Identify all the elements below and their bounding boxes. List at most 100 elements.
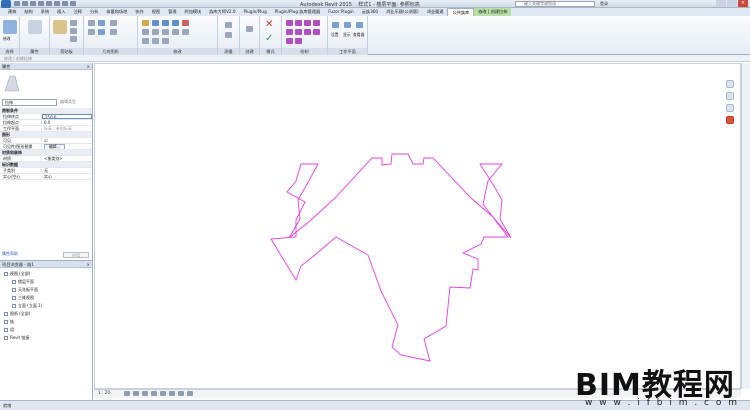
- copy-icon[interactable]: [70, 28, 77, 34]
- dimension-icon[interactable]: [225, 32, 232, 38]
- print-icon[interactable]: [46, 1, 52, 6]
- property-value[interactable]: 0.0: [42, 120, 92, 125]
- ribbon-tab[interactable]: Plugin/Plug: [240, 8, 271, 16]
- property-value[interactable]: 无: [42, 168, 92, 173]
- apply-button[interactable]: 应用: [63, 252, 89, 258]
- wall-join-icon[interactable]: [110, 29, 117, 35]
- mirror-draw-icon[interactable]: [172, 20, 179, 26]
- set-workplane-icon[interactable]: [332, 22, 339, 28]
- open-icon[interactable]: [14, 1, 20, 6]
- text-icon[interactable]: [62, 1, 68, 6]
- offset-icon[interactable]: [152, 20, 159, 26]
- show-workplane-icon[interactable]: [344, 22, 351, 28]
- scale-icon[interactable]: [152, 38, 159, 44]
- ribbon-tab[interactable]: 注释: [70, 8, 86, 16]
- tree-item[interactable]: 立面 (立面 1): [12, 303, 42, 309]
- create-icon[interactable]: [246, 26, 253, 32]
- project-browser-close-icon[interactable]: ×: [86, 261, 92, 268]
- save-icon[interactable]: [22, 1, 28, 6]
- ribbon-tab[interactable]: 族库大师V2.0: [205, 8, 239, 16]
- tree-item[interactable]: 组: [4, 327, 14, 333]
- viewer-icon[interactable]: [356, 22, 363, 28]
- ribbon-tab[interactable]: 建筑: [4, 8, 20, 16]
- sketch-outline[interactable]: [270, 153, 512, 362]
- tangent-arc-icon[interactable]: [295, 29, 302, 35]
- pick-lines-icon[interactable]: [295, 38, 302, 44]
- ribbon-tab[interactable]: 分析: [86, 8, 102, 16]
- cancel-x-icon[interactable]: ✕: [265, 19, 273, 30]
- ribbon-tab[interactable]: 云族360: [358, 8, 382, 16]
- ribbon-tab[interactable]: 公共族库: [447, 8, 475, 16]
- ribbon-tab[interactable]: 结构: [20, 8, 36, 16]
- trim-icon[interactable]: [172, 29, 179, 35]
- minimize-button[interactable]: [716, 0, 726, 7]
- tree-item[interactable]: 三维视图: [12, 295, 34, 301]
- tree-item[interactable]: 族: [4, 319, 14, 325]
- rectangle-icon[interactable]: [295, 20, 302, 26]
- paste-icon[interactable]: [53, 20, 67, 34]
- mirror-axis-icon[interactable]: [162, 20, 169, 26]
- properties-help-link[interactable]: 属性帮助: [2, 251, 18, 257]
- split-icon[interactable]: [182, 29, 189, 35]
- fillet-arc-icon[interactable]: [304, 29, 311, 35]
- reveal-hidden-icon[interactable]: [187, 391, 193, 396]
- circle-icon[interactable]: [313, 20, 320, 26]
- view-scale[interactable]: 1 : 20: [98, 390, 110, 395]
- undo-icon[interactable]: [30, 1, 36, 6]
- tree-item[interactable]: Revit 链接: [4, 335, 29, 341]
- properties-close-icon[interactable]: ×: [86, 63, 92, 70]
- property-value[interactable]: 实心: [42, 174, 92, 179]
- ribbon-tab[interactable]: 协作: [131, 8, 147, 16]
- line-icon[interactable]: [286, 20, 293, 26]
- tree-item[interactable]: 图纸 (全部): [4, 311, 30, 317]
- search-input[interactable]: 键入关键字或短语: [515, 1, 595, 7]
- temporary-hide-icon[interactable]: [178, 391, 184, 396]
- finish-check-icon[interactable]: ✓: [265, 33, 273, 44]
- measure-icon[interactable]: [225, 22, 232, 28]
- sogou-icon[interactable]: [726, 116, 734, 124]
- vertical-scrollbar[interactable]: [741, 63, 750, 389]
- property-value[interactable]: ☑: [42, 138, 92, 143]
- property-value[interactable]: 250.0: [42, 114, 92, 119]
- visual-style-icon[interactable]: [133, 391, 139, 396]
- measure-qat-icon[interactable]: [54, 1, 60, 6]
- ribbon-tab[interactable]: 体量和场地: [102, 8, 131, 16]
- ribbon-tab[interactable]: Fuzor Plugin: [324, 8, 357, 16]
- spline-icon[interactable]: [313, 29, 320, 35]
- detail-level-icon[interactable]: [124, 391, 130, 396]
- steering-wheel-icon[interactable]: [726, 80, 734, 88]
- ribbon-tab[interactable]: 鸿业乐建(公测版): [382, 8, 423, 16]
- join-icon[interactable]: [110, 20, 117, 26]
- property-value[interactable]: 编辑...: [42, 144, 92, 149]
- ribbon-tab[interactable]: 鸿业暖通: [423, 8, 448, 16]
- align-icon[interactable]: [142, 20, 149, 26]
- cope-icon[interactable]: [88, 20, 95, 26]
- copy-element-icon[interactable]: [152, 29, 159, 35]
- polygon-icon[interactable]: [304, 20, 311, 26]
- sign-in-link[interactable]: 登录: [600, 1, 608, 7]
- arc-icon[interactable]: [286, 29, 293, 35]
- match-icon[interactable]: [70, 36, 77, 42]
- move-icon[interactable]: [142, 29, 149, 35]
- shadows-icon[interactable]: [151, 391, 157, 396]
- split-face-icon[interactable]: [88, 29, 95, 35]
- maximize-button[interactable]: [727, 0, 737, 7]
- tree-item[interactable]: 天花板平面: [12, 287, 38, 293]
- tree-item[interactable]: 楼层平面: [12, 279, 34, 285]
- crop-view-icon[interactable]: [160, 391, 166, 396]
- application-menu-button[interactable]: [1, 0, 11, 8]
- ribbon-tab[interactable]: Plugin/Plug 族库管理器: [271, 8, 325, 16]
- pan-icon[interactable]: [726, 104, 734, 112]
- ribbon-tab[interactable]: 插入: [53, 8, 69, 16]
- rotate-icon[interactable]: [162, 29, 169, 35]
- cut-icon[interactable]: [70, 20, 77, 26]
- type-selector[interactable]: 拉伸: [2, 99, 57, 106]
- modify-arrow-icon[interactable]: [3, 20, 17, 34]
- cut-geometry-icon[interactable]: [98, 20, 105, 26]
- ribbon-tab[interactable]: 管理: [164, 8, 180, 16]
- delete-icon[interactable]: [182, 20, 189, 26]
- ribbon-tab[interactable]: 附加模块: [180, 8, 205, 16]
- show-crop-icon[interactable]: [169, 391, 175, 396]
- zoom-icon[interactable]: [726, 92, 734, 100]
- ribbon-tab[interactable]: 系统: [37, 8, 53, 16]
